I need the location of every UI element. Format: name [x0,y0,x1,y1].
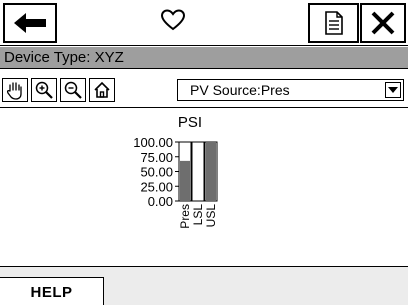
psi-bar-chart: PSI 100.0075.0050.0025.000.00 Pres LSL USL [133,114,218,229]
left-arrow-icon [14,13,46,33]
document-button[interactable] [308,3,359,43]
chart-title: PSI [178,114,202,131]
back-button[interactable] [3,3,57,43]
zoom-out-icon [64,81,82,99]
pv-source-select[interactable]: PV Source:Pres [177,79,404,101]
zoom-in-icon [35,81,53,99]
heart-outline-icon[interactable] [160,8,186,32]
pv-source-value: PV Source:Pres [190,82,290,98]
bar-usl [206,142,216,201]
category-label-usl: USL [204,204,218,228]
y-tick-label: 25.00 [140,179,173,194]
y-tick-label: 50.00 [140,165,173,180]
pan-button[interactable] [2,78,28,102]
device-type-bar: Device Type: XYZ [0,47,408,69]
category-label-lsl: LSL [191,204,205,226]
bar-pres [180,160,190,201]
category-label-pres: Pres [178,204,192,229]
help-button[interactable]: HELP [0,277,104,305]
chart-area: PSI 100.00 75.00 50.00 25.00 0.00 Pres LSL USL [0,109,408,266]
close-button[interactable] [360,3,406,43]
zoom-in-button[interactable] [31,78,57,102]
chart-tools-row: PV Source:Pres [0,70,408,108]
pan-hand-icon [6,82,22,100]
document-icon [324,11,343,35]
y-tick-label: 0.00 [148,194,173,209]
bar-frame-lsl [191,141,205,202]
y-tick-label: 100.00 [133,135,173,150]
top-toolbar [0,0,408,46]
home-button[interactable] [89,78,115,102]
dropdown-arrow-icon[interactable] [385,82,401,98]
home-icon [94,81,110,98]
y-tick-label: 75.00 [140,150,173,165]
bottom-bar: HELP [0,266,408,305]
zoom-out-button[interactable] [60,78,86,102]
close-x-icon [371,11,395,35]
device-type-label: Device Type: XYZ [4,49,124,66]
